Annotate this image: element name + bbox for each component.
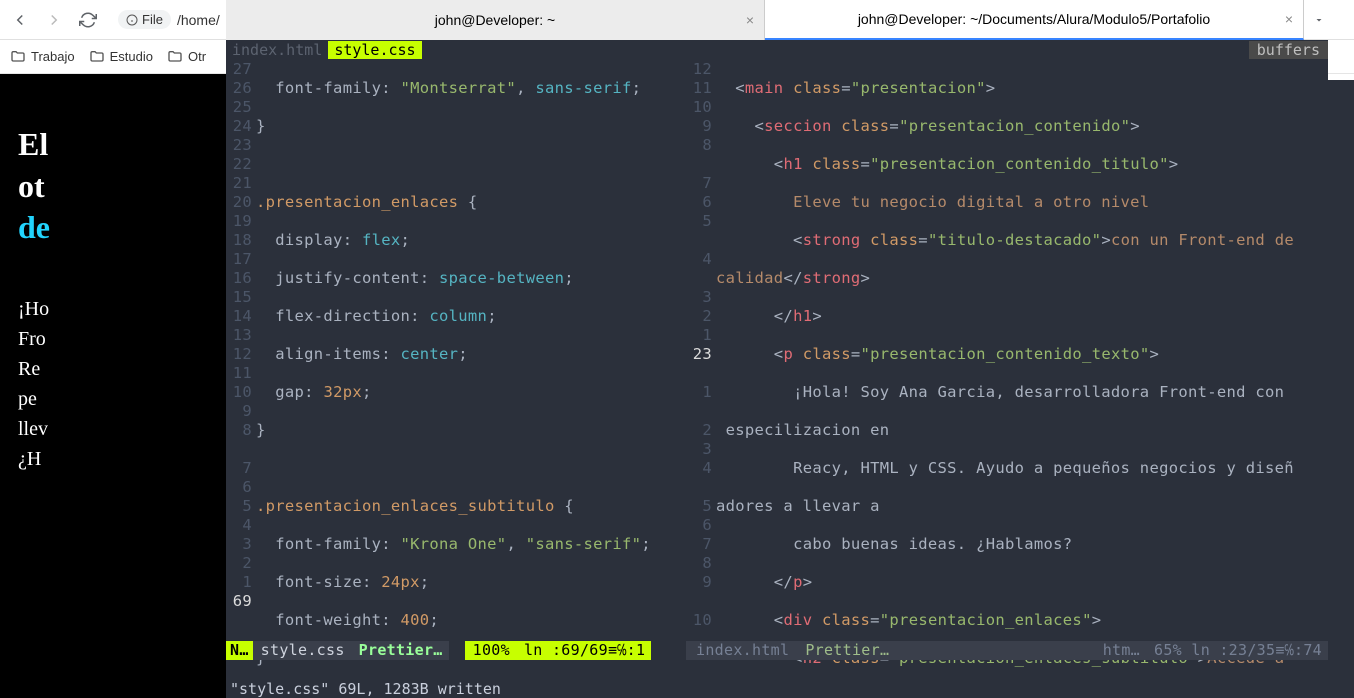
folder-icon (10, 49, 26, 65)
terminal-tab-2[interactable]: john@Developer: ~/Documents/Alura/Modulo… (765, 0, 1304, 40)
preview-text: ¡HoFroRepellev¿H (18, 294, 226, 474)
right-pane[interactable]: 1211109876543212312345678910 <main class… (686, 60, 1328, 679)
buffer-tab-index[interactable]: index.html (226, 41, 328, 59)
left-code: font-family: "Montserrat", sans-serif; }… (256, 60, 686, 659)
buffer-bar: index.html style.css buffers (226, 40, 1328, 60)
vim-editor[interactable]: index.html style.css buffers 27262524232… (226, 40, 1328, 698)
forward-button[interactable] (42, 8, 66, 32)
bookmark-trabajo[interactable]: Trabajo (10, 49, 75, 65)
right-statusline: index.html Prettier… htm… 65% ln :23/35≡… (686, 641, 1328, 660)
terminal-menu-button[interactable] (1304, 0, 1334, 40)
vim-cmdline[interactable]: "style.css" 69L, 1283B written (226, 679, 1328, 698)
buffer-tab-style[interactable]: style.css (328, 41, 421, 59)
url-path: /home/ (177, 12, 220, 28)
close-icon[interactable]: × (1285, 11, 1293, 27)
back-button[interactable] (8, 8, 32, 32)
vim-mode: N… (226, 641, 253, 660)
buffers-label: buffers (1249, 41, 1328, 59)
preview-heading: Elotde (18, 124, 226, 249)
folder-icon (89, 49, 105, 65)
bookmark-estudio[interactable]: Estudio (89, 49, 153, 65)
web-preview: Elotde ¡HoFroRepellev¿H (0, 74, 226, 698)
close-icon[interactable]: × (746, 12, 754, 28)
url-scheme: File (118, 10, 171, 29)
reload-button[interactable] (76, 8, 100, 32)
left-gutter: 2726252423222120191817161514131211109876… (226, 60, 256, 659)
terminal-tab-row: john@Developer: ~× john@Developer: ~/Doc… (226, 0, 1334, 40)
left-pane[interactable]: 2726252423222120191817161514131211109876… (226, 60, 686, 679)
bookmark-otros[interactable]: Otr (167, 49, 206, 65)
left-statusline: N… style.css Prettier… 100% ln :69/69≡℅:… (226, 641, 651, 660)
right-code: <main class="presentacion"> <seccion cla… (716, 60, 1328, 659)
url-bar[interactable]: File /home/ (110, 6, 228, 33)
terminal-tab-1[interactable]: john@Developer: ~× (226, 0, 765, 40)
scrollbar[interactable] (1328, 80, 1354, 698)
right-gutter: 1211109876543212312345678910 (686, 60, 716, 659)
folder-icon (167, 49, 183, 65)
